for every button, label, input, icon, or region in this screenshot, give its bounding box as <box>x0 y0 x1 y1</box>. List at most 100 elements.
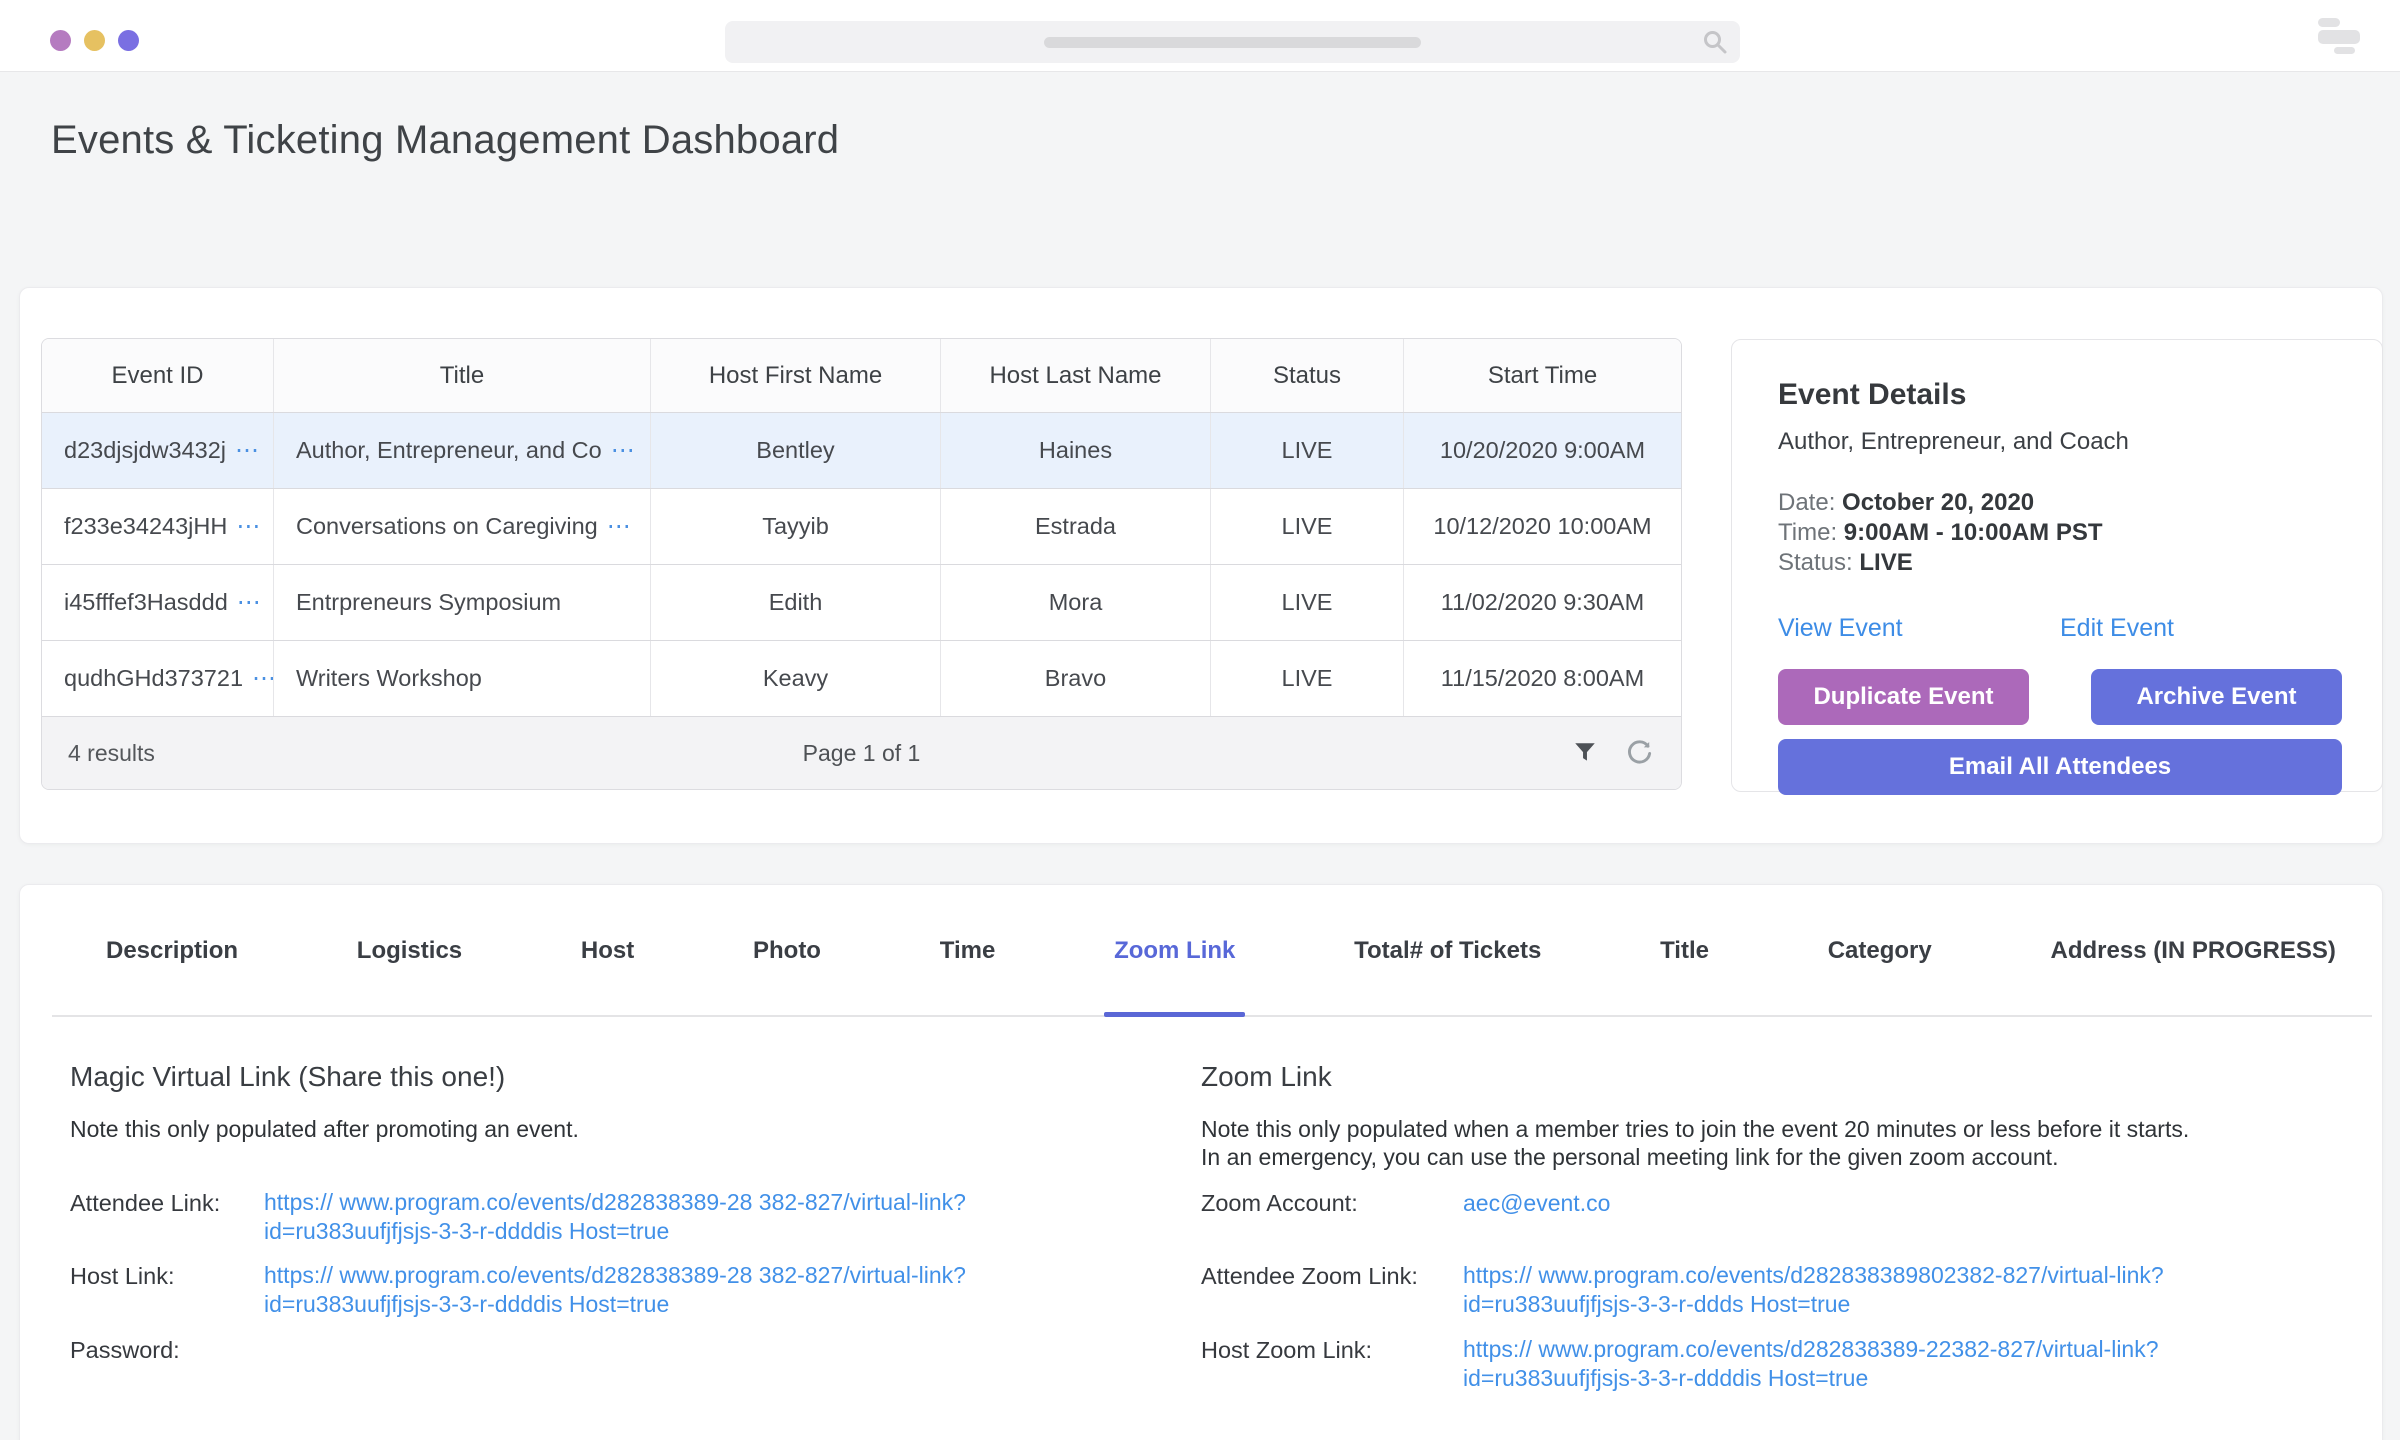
tab-host[interactable]: Host <box>581 885 634 1017</box>
event-id-cell: f233e34243jHH ⋯ <box>42 489 274 564</box>
zoom-account-link[interactable]: aec@event.co <box>1463 1188 1610 1217</box>
column-header-start-time[interactable]: Start Time <box>1404 339 1681 412</box>
status-cell: LIVE <box>1211 413 1404 488</box>
window-control-minimize[interactable] <box>84 30 105 51</box>
view-event-link[interactable]: View Event <box>1778 614 2060 643</box>
host-first-name-cell: Bentley <box>651 413 941 488</box>
start-time-cell: 10/12/2020 10:00AM <box>1404 489 1681 564</box>
host-first-name-cell: Keavy <box>651 641 941 716</box>
window-chrome-bar <box>0 0 2400 72</box>
start-time-cell: 11/15/2020 8:00AM <box>1404 641 1681 716</box>
status-cell: LIVE <box>1211 641 1404 716</box>
event-details-panel: Event Details Author, Entrepreneur, and … <box>1731 339 2383 792</box>
detail-tabs: Description Logistics Host Photo Time Zo… <box>106 885 2336 1017</box>
status-cell: LIVE <box>1211 489 1404 564</box>
attendee-zoom-link-url[interactable]: https:// www.program.co/events/d28283838… <box>1463 1261 2164 1319</box>
page-indicator: Page 1 of 1 <box>42 740 1681 767</box>
table-row[interactable]: f233e34243jHH ⋯ Conversations on Caregiv… <box>42 488 1681 564</box>
event-id-text: qudhGHd373721 <box>64 665 243 692</box>
column-header-host-last-name[interactable]: Host Last Name <box>941 339 1211 412</box>
host-first-name-cell: Edith <box>651 565 941 640</box>
window-control-maximize[interactable] <box>118 30 139 51</box>
event-details-title: Event Details <box>1778 378 2342 412</box>
table-row[interactable]: i45fffef3Hasddd ⋯ Entrpreneurs Symposium… <box>42 564 1681 640</box>
event-details-subtitle: Author, Entrepreneur, and Coach <box>1778 428 2342 456</box>
duplicate-event-button[interactable]: Duplicate Event <box>1778 669 2029 725</box>
event-date-value: October 20, 2020 <box>1842 489 2034 516</box>
column-header-status[interactable]: Status <box>1211 339 1404 412</box>
search-placeholder-line <box>1044 37 1421 48</box>
host-zoom-link-label: Host Zoom Link: <box>1201 1335 1463 1364</box>
window-control-close[interactable] <box>50 30 71 51</box>
start-time-cell: 11/02/2020 9:30AM <box>1404 565 1681 640</box>
host-link-url[interactable]: https:// www.program.co/events/d28283838… <box>264 1261 966 1319</box>
tab-description[interactable]: Description <box>106 885 238 1017</box>
attendee-link-row: Attendee Link: https:// www.program.co/e… <box>70 1188 966 1246</box>
window-controls <box>50 30 139 51</box>
search-input[interactable] <box>725 21 1740 63</box>
event-time-value: 9:00AM - 10:00AM PST <box>1844 519 2103 546</box>
zoom-account-label: Zoom Account: <box>1201 1188 1463 1217</box>
host-last-name-cell: Mora <box>941 565 1211 640</box>
tab-title[interactable]: Title <box>1660 885 1709 1017</box>
tab-photo[interactable]: Photo <box>753 885 821 1017</box>
tab-category[interactable]: Category <box>1828 885 1932 1017</box>
zoom-link-note: Note this only populated when a member t… <box>1201 1115 2189 1171</box>
truncation-ellipsis[interactable]: ⋯ <box>607 512 632 541</box>
table-row[interactable]: qudhGHd373721 ⋯ Writers Workshop Keavy B… <box>42 640 1681 716</box>
host-last-name-cell: Haines <box>941 413 1211 488</box>
archive-event-button[interactable]: Archive Event <box>2091 669 2342 725</box>
search-icon[interactable] <box>1702 29 1728 55</box>
magic-link-note: Note this only populated after promoting… <box>70 1115 579 1143</box>
events-overview-card: Event ID Title Host First Name Host Last… <box>19 287 2383 844</box>
edit-event-link[interactable]: Edit Event <box>2060 614 2342 643</box>
column-header-host-first-name[interactable]: Host First Name <box>651 339 941 412</box>
tab-address[interactable]: Address (IN PROGRESS) <box>2051 885 2336 1017</box>
filter-icon[interactable] <box>1572 740 1598 766</box>
password-row: Password: <box>70 1335 264 1364</box>
event-status-value: LIVE <box>1859 549 1912 576</box>
event-date-line: Date: October 20, 2020 <box>1778 488 2342 518</box>
zoom-link-heading: Zoom Link <box>1201 1061 1332 1093</box>
host-first-name-cell: Tayyib <box>651 489 941 564</box>
truncation-ellipsis[interactable]: ⋯ <box>235 436 260 465</box>
email-all-attendees-button[interactable]: Email All Attendees <box>1778 739 2342 795</box>
table-header-row: Event ID Title Host First Name Host Last… <box>42 339 1681 412</box>
event-id-text: f233e34243jHH <box>64 513 227 540</box>
truncation-ellipsis[interactable]: ⋯ <box>252 664 274 693</box>
status-cell: LIVE <box>1211 565 1404 640</box>
truncation-ellipsis[interactable]: ⋯ <box>237 588 262 617</box>
table-row[interactable]: d23djsjdw3432j ⋯ Author, Entrepreneur, a… <box>42 412 1681 488</box>
attendee-zoom-link-row: Attendee Zoom Link: https:// www.program… <box>1201 1261 2164 1319</box>
start-time-cell: 10/20/2020 9:00AM <box>1404 413 1681 488</box>
tab-zoom-link[interactable]: Zoom Link <box>1114 885 1235 1017</box>
host-last-name-cell: Bravo <box>941 641 1211 716</box>
events-table: Event ID Title Host First Name Host Last… <box>41 338 1682 790</box>
host-link-label: Host Link: <box>70 1261 264 1290</box>
truncation-ellipsis[interactable]: ⋯ <box>611 436 636 465</box>
column-header-title[interactable]: Title <box>274 339 651 412</box>
title-text: Author, Entrepreneur, and Co <box>296 437 602 464</box>
event-status-line: Status: LIVE <box>1778 548 2342 578</box>
column-header-event-id[interactable]: Event ID <box>42 339 274 412</box>
tab-total-tickets[interactable]: Total# of Tickets <box>1354 885 1541 1017</box>
title-cell: Conversations on Caregiving ⋯ <box>274 489 651 564</box>
event-id-text: d23djsjdw3432j <box>64 437 226 464</box>
page-title: Events & Ticketing Management Dashboard <box>51 118 839 163</box>
attendee-link-url[interactable]: https:// www.program.co/events/d28283838… <box>264 1188 966 1246</box>
magic-link-heading: Magic Virtual Link (Share this one!) <box>70 1061 505 1093</box>
browser-menu-icon[interactable] <box>2318 18 2362 54</box>
tab-logistics[interactable]: Logistics <box>357 885 462 1017</box>
event-id-cell: qudhGHd373721 ⋯ <box>42 641 274 716</box>
title-cell: Writers Workshop <box>274 641 651 716</box>
host-link-row: Host Link: https:// www.program.co/event… <box>70 1261 966 1319</box>
truncation-ellipsis[interactable]: ⋯ <box>236 512 261 541</box>
refresh-icon[interactable] <box>1626 740 1653 767</box>
tab-time[interactable]: Time <box>940 885 996 1017</box>
host-zoom-link-url[interactable]: https:// www.program.co/events/d28283838… <box>1463 1335 2159 1393</box>
host-zoom-link-row: Host Zoom Link: https:// www.program.co/… <box>1201 1335 2159 1393</box>
results-count: 4 results <box>68 740 155 767</box>
title-cell: Author, Entrepreneur, and Co ⋯ <box>274 413 651 488</box>
event-detail-tabs-card: Description Logistics Host Photo Time Zo… <box>19 884 2383 1440</box>
title-cell: Entrpreneurs Symposium <box>274 565 651 640</box>
